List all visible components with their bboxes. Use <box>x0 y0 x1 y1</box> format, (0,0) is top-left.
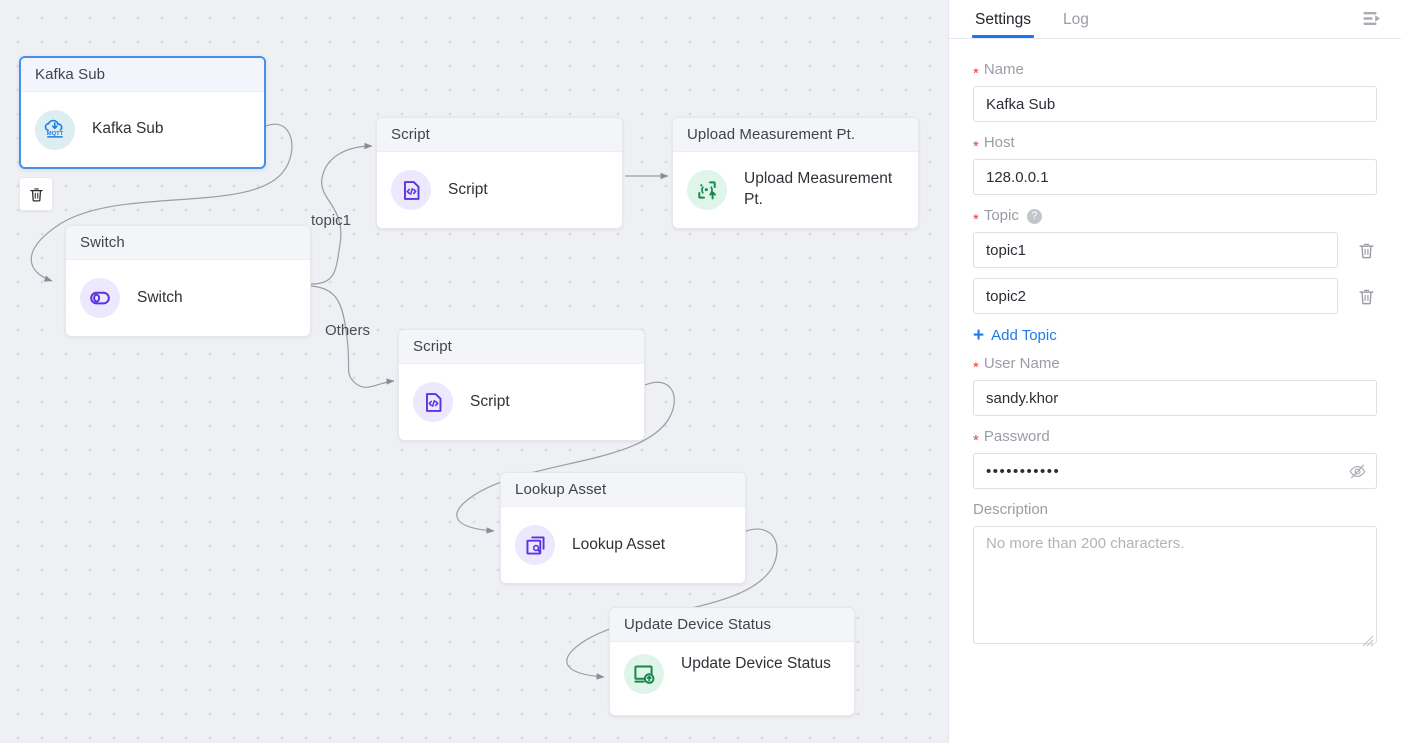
label-text: Topic <box>983 207 1019 224</box>
flow-canvas[interactable]: Kafka Sub MQTT Kafka Sub Switch Switch S… <box>0 0 948 743</box>
topic-input-2[interactable] <box>973 278 1338 314</box>
node-body: Upload Measurement Pt. <box>673 152 918 228</box>
password-wrapper <box>973 453 1377 489</box>
node-body: Switch <box>66 260 310 336</box>
node-title: Script <box>399 330 644 364</box>
label-text: Password <box>983 428 1050 445</box>
help-icon[interactable]: ? <box>1026 208 1042 224</box>
node-body: Update Device Status <box>610 642 854 715</box>
node-body: Lookup Asset <box>501 507 745 583</box>
node-title: Script <box>377 118 622 152</box>
node-lookup-asset[interactable]: Lookup Asset Lookup Asset <box>500 472 746 584</box>
field-host: * Host <box>973 134 1377 195</box>
user-name-input[interactable] <box>973 380 1377 416</box>
required-asterisk: * <box>973 431 979 449</box>
panel-tab-bar: Settings Log <box>949 0 1401 39</box>
topic-input-1[interactable] <box>973 232 1338 268</box>
description-textarea[interactable] <box>973 526 1377 644</box>
field-label-topic: * Topic ? <box>973 207 1377 228</box>
node-script-1[interactable]: Script Script <box>376 117 623 229</box>
topic-row <box>973 232 1377 268</box>
properties-panel: Settings Log * Name Kafka Sub * Host 128… <box>948 0 1401 743</box>
field-name: * Name <box>973 61 1377 122</box>
trash-icon <box>29 187 43 202</box>
node-update-device-status[interactable]: Update Device Status Update Device Statu… <box>609 607 855 716</box>
node-kafka-sub[interactable]: Kafka Sub MQTT Kafka Sub <box>19 56 266 169</box>
field-label-description: Description <box>973 501 1377 519</box>
node-title: Lookup Asset <box>501 473 745 507</box>
tab-log[interactable]: Log <box>1061 11 1091 38</box>
node-label: Script <box>448 180 488 198</box>
switch-toggle-icon <box>80 278 120 318</box>
edge-label-topic1: topic1 <box>311 212 352 229</box>
plus-icon: + <box>973 325 985 346</box>
field-label-name: * Name <box>973 61 1377 82</box>
script-code-icon <box>391 170 431 210</box>
node-title: Upload Measurement Pt. <box>673 118 918 152</box>
node-switch[interactable]: Switch Switch <box>65 225 311 337</box>
required-asterisk: * <box>973 64 979 82</box>
node-label: Update Device Status <box>681 655 831 672</box>
mqtt-cloud-icon: MQTT <box>35 109 75 150</box>
topic-delete-button-1[interactable] <box>1355 239 1377 261</box>
trash-icon <box>1358 243 1374 258</box>
script-code-icon <box>413 382 453 422</box>
lookup-search-icon <box>515 525 555 565</box>
node-title: Switch <box>66 226 310 260</box>
workflow-editor: Kafka Sub MQTT Kafka Sub Switch Switch S… <box>0 0 1401 743</box>
edge-label-others: Others <box>325 322 371 339</box>
host-input[interactable] <box>973 159 1377 195</box>
required-asterisk: * <box>973 210 979 228</box>
required-asterisk: * <box>973 137 979 155</box>
node-label: Upload Measurement Pt. <box>744 170 893 208</box>
password-visibility-toggle[interactable] <box>1347 461 1367 481</box>
node-delete-button[interactable] <box>19 177 53 211</box>
label-text: Description <box>973 501 1049 518</box>
label-text: User Name <box>983 355 1060 372</box>
field-password: * Password <box>973 428 1377 489</box>
description-wrapper <box>973 526 1377 649</box>
node-title: Update Device Status <box>610 608 854 642</box>
field-label-host: * Host <box>973 134 1377 155</box>
topic-row <box>973 278 1377 314</box>
password-input[interactable] <box>973 453 1377 489</box>
collapse-panel-icon <box>1363 12 1380 25</box>
field-description: Description <box>973 501 1377 649</box>
label-text: Host <box>983 134 1015 151</box>
field-label-password: * Password <box>973 428 1377 449</box>
node-upload-measurement-pt[interactable]: Upload Measurement Pt. Upload Measuremen… <box>672 117 919 229</box>
eye-hidden-icon <box>1349 464 1365 478</box>
topic-delete-button-2[interactable] <box>1355 285 1377 307</box>
node-label: Script <box>470 392 510 410</box>
node-script-2[interactable]: Script Script <box>398 329 645 441</box>
node-body: Script <box>377 152 622 228</box>
trash-icon <box>1358 289 1374 304</box>
node-body: Script <box>399 364 644 440</box>
node-title: Kafka Sub <box>21 58 264 92</box>
collapse-panel-button[interactable] <box>1360 7 1384 31</box>
label-text: Name <box>983 61 1024 78</box>
device-status-icon <box>624 654 664 694</box>
upload-signal-icon <box>687 170 727 210</box>
tab-settings[interactable]: Settings <box>971 11 1035 38</box>
field-topic: * Topic ? topic1 topic2 + Add Topic <box>973 207 1377 347</box>
name-input[interactable] <box>973 86 1377 122</box>
node-label: Kafka Sub <box>92 120 164 138</box>
add-topic-button[interactable]: + Add Topic <box>973 326 1057 345</box>
required-asterisk: * <box>973 358 979 376</box>
node-label: Switch <box>137 288 183 306</box>
field-user-name: * User Name <box>973 355 1377 416</box>
settings-form: * Name * Host * Topic ? <box>949 39 1401 743</box>
field-label-user-name: * User Name <box>973 355 1377 376</box>
add-topic-label: Add Topic <box>991 327 1057 344</box>
node-label: Lookup Asset <box>572 535 666 553</box>
node-body: MQTT Kafka Sub <box>21 92 264 167</box>
